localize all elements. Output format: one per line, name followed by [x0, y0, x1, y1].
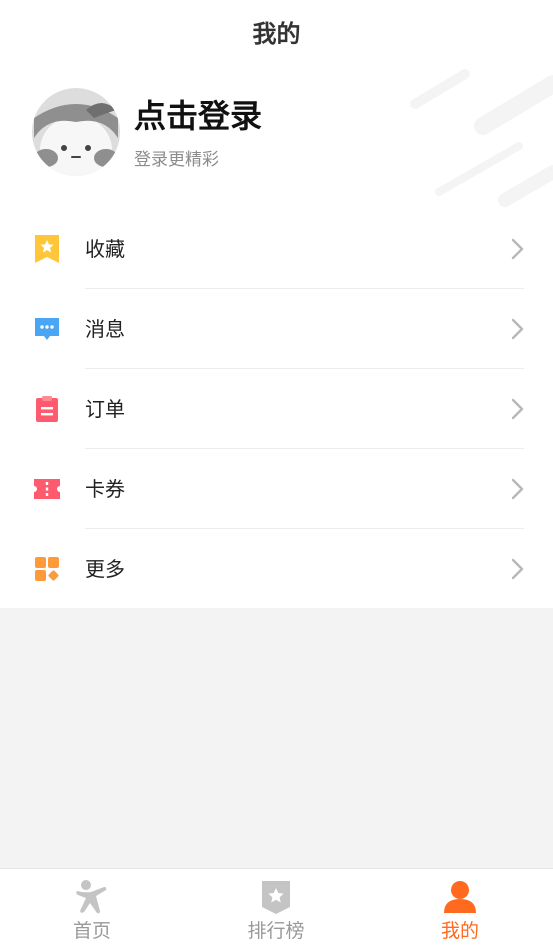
menu-item-more[interactable]: 更多: [0, 529, 553, 608]
user-icon: [444, 881, 476, 913]
favorite-icon: [35, 235, 59, 263]
menu-item-label: 消息: [85, 317, 125, 341]
menu-item-label: 卡券: [85, 477, 125, 501]
tab-label: 我的: [440, 920, 479, 942]
home-icon: [76, 880, 107, 914]
tab-label: 排行榜: [247, 920, 305, 942]
menu-item-orders[interactable]: 订单: [0, 369, 553, 449]
more-grid-icon: [35, 557, 59, 581]
bottom-tab-bar: 首页 排行榜 我的: [0, 868, 553, 946]
avatar[interactable]: [32, 88, 120, 176]
tab-mine[interactable]: 我的: [368, 869, 552, 946]
message-icon: [35, 318, 59, 340]
tab-home[interactable]: 首页: [0, 869, 184, 946]
chevron-right-icon: [511, 238, 524, 260]
ranking-icon: [262, 881, 290, 914]
tab-ranking[interactable]: 排行榜: [184, 869, 368, 946]
coupon-icon: [34, 479, 60, 499]
menu-item-favorites[interactable]: 收藏: [0, 209, 553, 289]
chevron-right-icon: [511, 318, 524, 340]
decorative-stripes-icon: [410, 69, 553, 207]
order-icon: [36, 396, 58, 422]
chevron-right-icon: [511, 398, 524, 420]
menu-item-label: 收藏: [85, 237, 125, 261]
menu-list: 收藏 消息 订单 卡券 更多: [0, 209, 553, 608]
menu-item-messages[interactable]: 消息: [0, 289, 553, 369]
chevron-right-icon: [511, 478, 524, 500]
menu-item-label: 订单: [85, 397, 125, 421]
menu-item-coupons[interactable]: 卡券: [0, 449, 553, 529]
login-title[interactable]: 点击登录: [134, 94, 262, 138]
tab-label: 首页: [72, 920, 111, 942]
profile-section: 我的 点击登录 登录更精彩 收藏 消息 订单 卡券 更多: [0, 0, 553, 608]
login-subtitle: 登录更精彩: [134, 150, 219, 170]
chevron-right-icon: [511, 558, 524, 580]
page-title: 我的: [252, 20, 301, 48]
my-page: 我的 点击登录 登录更精彩 收藏 消息 订单 卡券 更多 首页 排行榜 我的: [0, 0, 553, 946]
menu-item-label: 更多: [85, 557, 125, 581]
